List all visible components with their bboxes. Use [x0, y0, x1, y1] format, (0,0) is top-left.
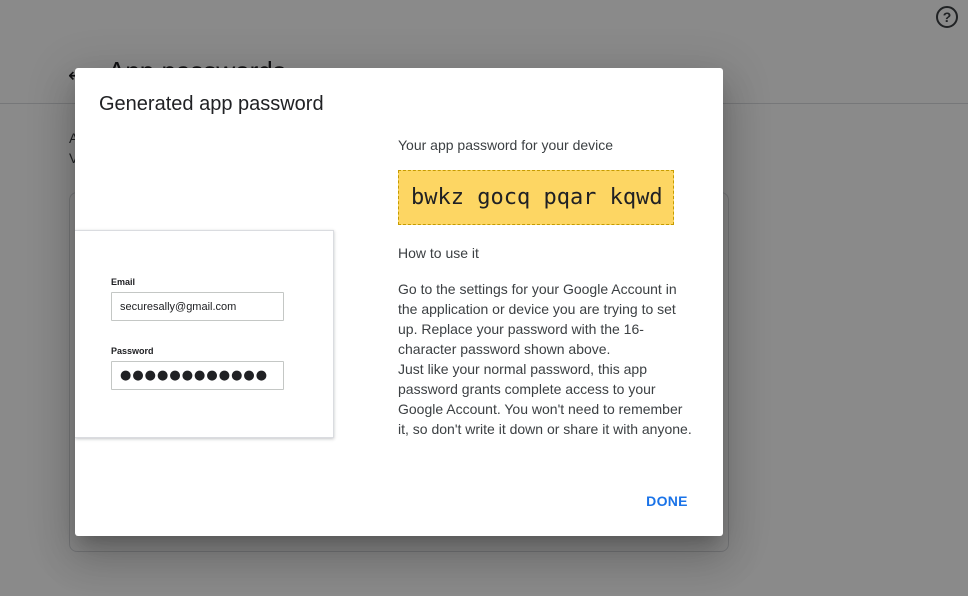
- illustration-email-field: securesally@gmail.com: [111, 292, 284, 321]
- illustration-email-label: Email: [111, 277, 136, 287]
- how-to-use-text: Go to the settings for your Google Accou…: [398, 279, 696, 439]
- generated-app-password-dialog: Generated app password Email securesally…: [75, 68, 723, 536]
- dialog-title: Generated app password: [99, 93, 324, 115]
- illustration-password-field: ●●●●●●●●●●●●: [111, 361, 284, 390]
- how-to-use-heading: How to use it: [398, 245, 479, 261]
- illustration-password-label: Password: [111, 346, 154, 356]
- done-button[interactable]: DONE: [640, 488, 694, 514]
- sign-in-illustration: Email securesally@gmail.com Password ●●●…: [75, 230, 334, 438]
- howto-paragraph: Just like your normal password, this app…: [398, 361, 692, 437]
- howto-paragraph: Go to the settings for your Google Accou…: [398, 281, 677, 357]
- device-caption: Your app password for your device: [398, 137, 614, 153]
- app-password-value[interactable]: bwkz gocq pqar kqwd: [398, 170, 674, 225]
